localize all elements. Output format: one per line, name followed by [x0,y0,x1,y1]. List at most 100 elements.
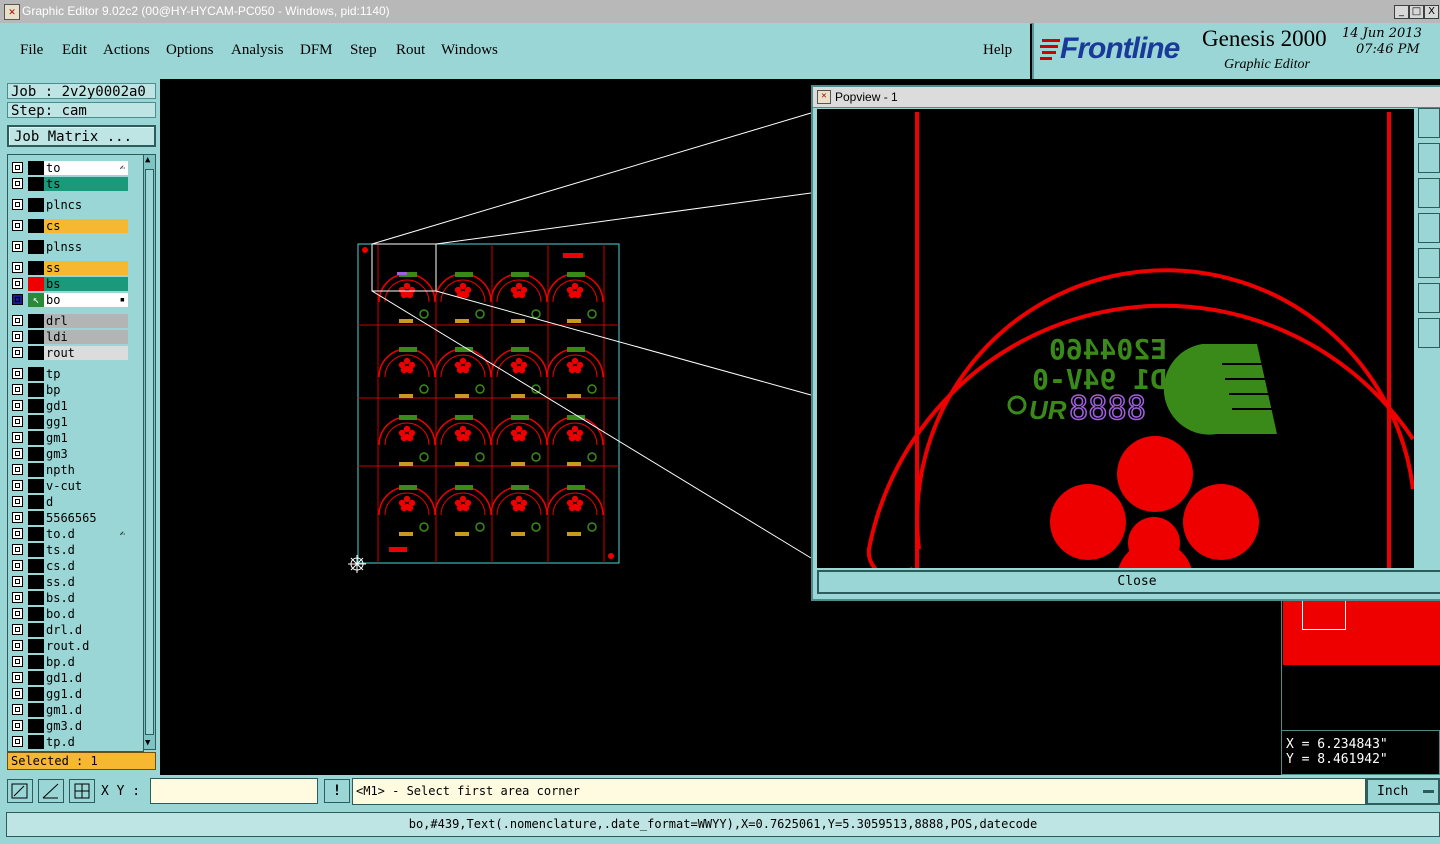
popview-titlebar[interactable]: ✕ Popview - 1 [813,87,1440,108]
scroll-thumb[interactable] [145,169,154,735]
menu-options[interactable]: Options [166,42,214,59]
popview-fit-icon[interactable] [1418,283,1440,313]
job-matrix-button[interactable]: Job Matrix ... [7,125,156,147]
layer-checkbox[interactable] [12,640,23,651]
layer-checkbox[interactable] [12,294,23,305]
layer-row-to[interactable]: to ✍ [10,161,128,175]
overview-window[interactable] [1281,600,1440,730]
layer-checkbox[interactable] [12,688,23,699]
maximize-button[interactable]: □ [1409,5,1424,19]
app-icon[interactable]: ✕ [4,4,20,20]
layer-checkbox[interactable] [12,368,23,379]
layer-color-swatch[interactable] [28,495,44,509]
menu-file[interactable]: File [20,42,43,59]
layer-name[interactable]: gd1.d [44,671,128,685]
layer-checkbox[interactable] [12,560,23,571]
scroll-up-icon[interactable]: ▲ [145,155,150,166]
layer-checkbox[interactable] [12,704,23,715]
layer-color-swatch[interactable] [28,261,44,275]
layer-row-bs[interactable]: bs [10,277,128,291]
layer-row-ldi[interactable]: ldi [10,330,128,344]
layer-name[interactable]: drl [44,314,128,328]
layer-checkbox[interactable] [12,544,23,555]
layer-row-bp.d[interactable]: bp.d [10,655,128,669]
minimize-button[interactable]: _ [1394,5,1409,19]
scroll-down-icon[interactable]: ▼ [145,738,150,749]
menu-step[interactable]: Step [350,42,377,59]
menu-help[interactable]: Help [983,42,1012,59]
layer-name[interactable]: gm3 [44,447,128,461]
layer-list-scrollbar[interactable]: ▲ ▼ [143,154,156,750]
layer-row-gd1.d[interactable]: gd1.d [10,671,128,685]
layer-row-drl.d[interactable]: drl.d [10,623,128,637]
layer-name[interactable]: bp [44,383,128,397]
layer-name[interactable]: bo [44,293,128,307]
layer-row-5566565[interactable]: 5566565 [10,511,128,525]
layer-name[interactable]: tp.d [44,735,128,749]
layer-row-gm1[interactable]: gm1 [10,431,128,445]
layer-checkbox[interactable] [12,512,23,523]
layer-row-gm1.d[interactable]: gm1.d [10,703,128,717]
layer-name[interactable]: ss [44,261,128,275]
layer-name[interactable]: ss.d [44,575,128,589]
snap-grid-tool-icon[interactable] [69,779,95,803]
layer-row-gd1[interactable]: gd1 [10,399,128,413]
layer-name[interactable]: gm1 [44,431,128,445]
menu-rout[interactable]: Rout [396,42,425,59]
layer-color-swatch[interactable] [28,479,44,493]
layer-checkbox[interactable] [12,608,23,619]
xy-input[interactable] [150,778,318,804]
popview-window-icon[interactable]: ✕ [817,90,831,104]
layer-row-tp[interactable]: tp [10,367,128,381]
popview-pan-down-icon[interactable] [1418,178,1440,208]
layer-color-swatch[interactable] [28,198,44,212]
layer-checkbox[interactable] [12,278,23,289]
menu-windows[interactable]: Windows [441,42,498,59]
layer-checkbox[interactable] [12,220,23,231]
layer-name[interactable]: npth [44,463,128,477]
layer-name[interactable]: bs [44,277,128,291]
layer-name[interactable]: rout [44,346,128,360]
measure-tool-icon[interactable] [38,779,64,803]
layer-name[interactable]: bo.d [44,607,128,621]
layer-checkbox[interactable] [12,464,23,475]
layer-name[interactable]: 5566565 [44,511,128,525]
menu-actions[interactable]: Actions [103,42,150,59]
layer-checkbox[interactable] [12,496,23,507]
layer-checkbox[interactable] [12,720,23,731]
layer-color-swatch[interactable]: ↖ [28,293,44,307]
layer-color-swatch[interactable] [28,607,44,621]
layer-row-gg1[interactable]: gg1 [10,415,128,429]
layer-row-bo.d[interactable]: bo.d [10,607,128,621]
layer-checkbox[interactable] [12,199,23,210]
layer-color-swatch[interactable] [28,240,44,254]
menu-dfm[interactable]: DFM [300,42,333,59]
layer-color-swatch[interactable] [28,219,44,233]
layer-color-swatch[interactable] [28,623,44,637]
popview-pan-left-icon[interactable] [1418,213,1440,243]
layer-color-swatch[interactable] [28,161,44,175]
layer-color-swatch[interactable] [28,639,44,653]
layer-name[interactable]: gd1 [44,399,128,413]
layer-checkbox[interactable] [12,384,23,395]
layer-checkbox[interactable] [12,592,23,603]
layer-name[interactable]: bs.d [44,591,128,605]
layer-checkbox[interactable] [12,672,23,683]
layer-row-gm3[interactable]: gm3 [10,447,128,461]
menu-edit[interactable]: Edit [62,42,87,59]
layer-color-swatch[interactable] [28,447,44,461]
layer-checkbox[interactable] [12,331,23,342]
layer-color-swatch[interactable] [28,367,44,381]
layer-color-swatch[interactable] [28,687,44,701]
layer-color-swatch[interactable] [28,314,44,328]
layer-color-swatch[interactable] [28,591,44,605]
layer-name[interactable]: ts.d [44,543,128,557]
layer-row-cs[interactable]: cs [10,219,128,233]
layer-checkbox[interactable] [12,262,23,273]
layer-name[interactable]: to.d [44,527,128,541]
layer-name[interactable]: v-cut [44,479,128,493]
layer-row-plncs[interactable]: plncs [10,198,128,212]
layer-row-ss.d[interactable]: ss.d [10,575,128,589]
layer-row-rout.d[interactable]: rout.d [10,639,128,653]
layer-row-gg1.d[interactable]: gg1.d [10,687,128,701]
